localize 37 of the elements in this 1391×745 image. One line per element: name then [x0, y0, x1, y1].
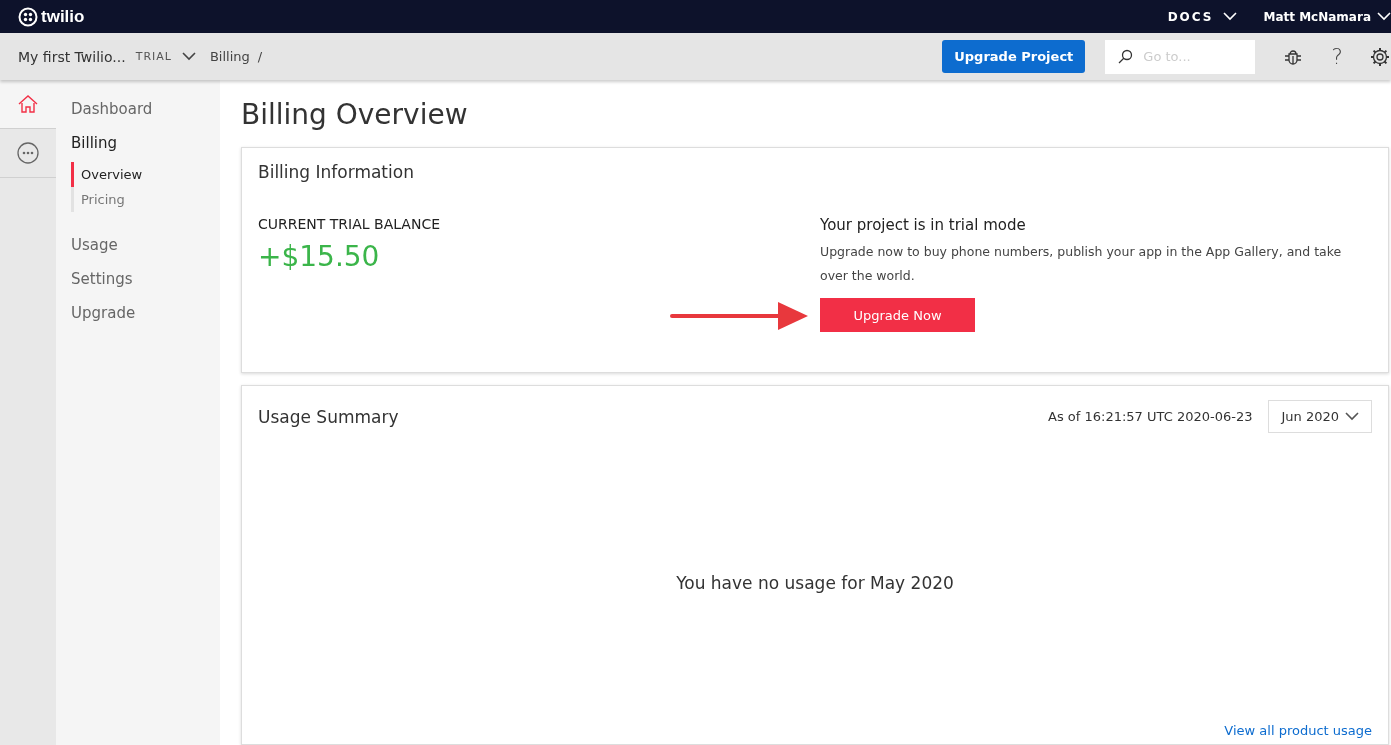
breadcrumb-link[interactable]: Billing [209, 49, 250, 64]
chevron-icon [1377, 12, 1391, 21]
brand-name[interactable]: twilio [41, 6, 85, 27]
usage-link[interactable]: View all product usage [1224, 723, 1372, 738]
upgrade-now-button[interactable]: Upgrade Now [820, 298, 975, 332]
user-menu[interactable]: Matt McNamara [1263, 9, 1371, 24]
nav-item[interactable]: Settings [71, 270, 220, 288]
card-title: Billing Information [258, 162, 415, 182]
balance-label: CURRENT TRIAL BALANCE [258, 216, 441, 232]
upgrade-project-button[interactable]: Upgrade Project [942, 40, 1086, 73]
timestamp: As of 16:21:57 UTC 2020-06-23 [1048, 409, 1253, 424]
trial-heading: Your project is in trial mode [820, 216, 1027, 234]
trial-label: TRIAL [135, 50, 172, 63]
subnav-item[interactable]: Overview [71, 162, 220, 187]
subnav-item[interactable]: Pricing [71, 187, 220, 212]
nav-item[interactable]: Billing [71, 134, 220, 152]
month-dropdown[interactable]: Jun 2020 [1268, 400, 1372, 433]
breadcrumb-separator: / [257, 49, 263, 64]
nav-item[interactable]: Dashboard [71, 100, 220, 118]
help-button[interactable]: ? [1331, 44, 1343, 69]
page-title: Billing Overview [241, 98, 469, 131]
logo-icon [18, 6, 38, 27]
home-icon[interactable] [17, 94, 39, 114]
settings-icon[interactable] [1369, 45, 1391, 68]
balance-amount: +$15.50 [258, 240, 381, 273]
search-icon [1117, 48, 1134, 65]
trial-description: Upgrade now to buy phone numbers, publish your app in the App Gallery, and take over the world. [820, 243, 1343, 285]
project-name[interactable]: My first Twilio... [18, 48, 126, 65]
nav-item[interactable]: Usage [71, 236, 220, 254]
card-title: Usage Summary [258, 406, 399, 427]
chevron-icon [1223, 12, 1238, 21]
empty-message: You have no usage for May 2020 [676, 573, 954, 593]
more-icon[interactable] [17, 142, 39, 164]
docs-menu[interactable]: DOCS [1167, 9, 1214, 24]
chevron-icon [1345, 412, 1359, 421]
nav-item[interactable]: Upgrade [71, 304, 220, 322]
chevron-icon [181, 52, 196, 61]
